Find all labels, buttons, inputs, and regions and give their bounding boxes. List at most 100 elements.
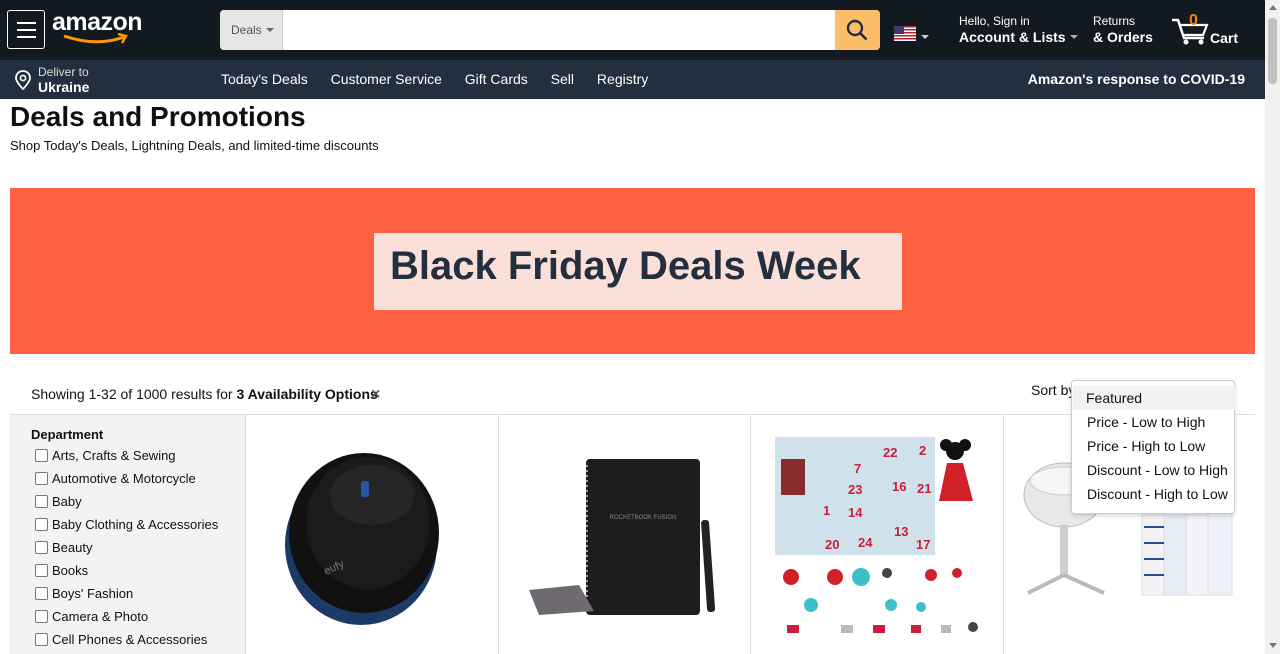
cart-button[interactable]: 0 Cart	[1170, 12, 1245, 48]
deliver-to-label: Deliver to	[38, 65, 89, 79]
nav-link-gift-cards[interactable]: Gift Cards	[465, 71, 528, 87]
sort-option-price-low-high[interactable]: Price - Low to High	[1073, 410, 1235, 434]
sort-dropdown-menu: Featured Price - Low to High Price - Hig…	[1071, 380, 1235, 514]
nav-link-customer-service[interactable]: Customer Service	[331, 71, 442, 87]
department-item-label: Automotive & Motorcycle	[52, 471, 196, 486]
calendar-number: 1	[823, 503, 830, 518]
calendar-number: 16	[892, 479, 906, 494]
calendar-number: 7	[854, 461, 861, 476]
department-item-label: Baby	[52, 494, 82, 509]
chevron-down-icon	[1069, 35, 1078, 40]
search-department-label: Deals	[231, 23, 262, 37]
chevron-down-icon	[265, 27, 274, 32]
banner-headline: Black Friday Deals Week	[390, 244, 861, 288]
calendar-number: 13	[894, 524, 908, 539]
product-card[interactable]: eufy	[246, 415, 499, 654]
department-item-label: Arts, Crafts & Sewing	[52, 448, 176, 463]
results-filter: 3 Availability Options	[236, 386, 378, 402]
department-item[interactable]: Cell Phones & Accessories	[35, 632, 207, 652]
product-card[interactable]: 22 2 7 16 23 1 21 14 13 20 24 17	[751, 415, 1004, 654]
department-item-label: Cell Phones & Accessories	[52, 632, 208, 647]
department-item[interactable]: Books	[35, 563, 88, 583]
black-friday-banner[interactable]: Black Friday Deals Week	[10, 188, 1255, 354]
sort-option-price-high-low[interactable]: Price - High to Low	[1073, 434, 1235, 458]
filter-sidebar: Department Arts, Crafts & Sewing Automot…	[10, 415, 246, 654]
clear-filter-icon[interactable]: ×	[371, 386, 380, 404]
account-lists-menu[interactable]: Hello, Sign in Account & Lists	[959, 14, 1078, 46]
checkbox[interactable]	[35, 564, 48, 577]
page-title: Deals and Promotions	[10, 101, 306, 132]
department-item[interactable]: Arts, Crafts & Sewing	[35, 448, 176, 468]
robot-vacuum-image: eufy	[285, 453, 439, 625]
results-count: Showing 1-32 of 1000 results for	[31, 386, 237, 402]
nav-link-sell[interactable]: Sell	[551, 71, 574, 87]
top-navbar: amazon Deals Hello, Sign in Account & Li…	[0, 0, 1265, 60]
sort-option-featured[interactable]: Featured	[1073, 386, 1235, 410]
returns-orders-link[interactable]: Returns & Orders	[1093, 14, 1153, 46]
checkbox[interactable]	[35, 518, 48, 531]
calendar-number: 14	[848, 505, 863, 520]
search-department-select[interactable]: Deals	[220, 10, 283, 50]
account-lists-label: Account & Lists	[959, 29, 1066, 45]
us-flag-icon[interactable]	[894, 26, 916, 41]
checkbox[interactable]	[35, 495, 48, 508]
calendar-number: 2	[919, 443, 926, 458]
department-item[interactable]: Baby	[35, 494, 82, 514]
orders-label: & Orders	[1093, 29, 1153, 45]
returns-label: Returns	[1093, 14, 1136, 28]
banner-text-box: Black Friday Deals Week	[374, 233, 902, 310]
scroll-up-icon[interactable]	[1269, 5, 1277, 10]
department-item-label: Books	[52, 563, 89, 578]
menu-icon[interactable]	[7, 10, 45, 49]
department-item[interactable]: Boys' Fashion	[35, 586, 133, 606]
department-item[interactable]: Camera & Photo	[35, 609, 148, 629]
smart-notebook-image: ROCKETBOOK FUSION	[529, 459, 716, 615]
deliver-country: Ukraine	[38, 79, 90, 95]
calendar-number: 22	[883, 445, 897, 460]
smile-arrow-icon	[63, 33, 128, 44]
search-icon	[846, 19, 868, 41]
checkbox[interactable]	[35, 472, 48, 485]
nav-link-registry[interactable]: Registry	[597, 71, 648, 87]
page-scrollbar[interactable]	[1265, 0, 1280, 654]
covid-response-link[interactable]: Amazon's response to COVID-19	[1028, 71, 1245, 87]
secondary-navbar: Deliver to Ukraine Today's Deals Custome…	[0, 60, 1265, 99]
nav-link-todays-deals[interactable]: Today's Deals	[221, 71, 308, 87]
results-summary: Showing 1-32 of 1000 results for 3 Avail…	[31, 386, 378, 402]
product-brand-mark: ROCKETBOOK FUSION	[610, 515, 677, 521]
cart-label: Cart	[1210, 30, 1239, 46]
location-pin-icon	[15, 70, 31, 90]
sort-by-label: Sort by	[1031, 382, 1076, 398]
department-item-label: Camera & Photo	[52, 609, 149, 624]
sort-option-discount-low-high[interactable]: Discount - Low to High	[1073, 458, 1235, 482]
page-subtitle: Shop Today's Deals, Lightning Deals, and…	[10, 138, 379, 153]
department-item-label: Beauty	[52, 540, 93, 555]
sort-option-discount-high-low[interactable]: Discount - High to Low	[1073, 482, 1235, 506]
department-item[interactable]: Beauty	[35, 540, 92, 560]
calendar-number: 17	[916, 537, 930, 552]
department-item[interactable]: Baby Clothing & Accessories	[35, 517, 218, 537]
language-chevron-icon[interactable]	[921, 35, 929, 39]
cart-count: 0	[1189, 12, 1198, 29]
search-input[interactable]	[283, 10, 835, 50]
calendar-number: 20	[825, 537, 839, 552]
checkbox[interactable]	[35, 610, 48, 623]
calendar-number: 23	[848, 482, 862, 497]
product-card[interactable]: ROCKETBOOK FUSION	[499, 415, 751, 654]
department-item-label: Baby Clothing & Accessories	[52, 517, 219, 532]
checkbox[interactable]	[35, 449, 48, 462]
subnav-links: Today's Deals Customer Service Gift Card…	[221, 71, 667, 87]
calendar-number: 24	[858, 535, 873, 550]
checkbox[interactable]	[35, 633, 48, 646]
advent-calendar-image: 22 2 7 16 23 1 21 14 13 20 24 17	[775, 437, 978, 633]
department-item[interactable]: Automotive & Motorcycle	[35, 471, 196, 491]
checkbox[interactable]	[35, 541, 48, 554]
scrollbar-thumb[interactable]	[1268, 18, 1277, 84]
deals-grid: Department Arts, Crafts & Sewing Automot…	[10, 414, 1255, 654]
amazon-logo[interactable]: amazon	[52, 8, 152, 48]
scroll-down-icon[interactable]	[1269, 643, 1277, 648]
account-greeting: Hello, Sign in	[959, 14, 1030, 28]
department-heading: Department	[31, 427, 104, 442]
search-button[interactable]	[835, 10, 880, 50]
checkbox[interactable]	[35, 587, 48, 600]
